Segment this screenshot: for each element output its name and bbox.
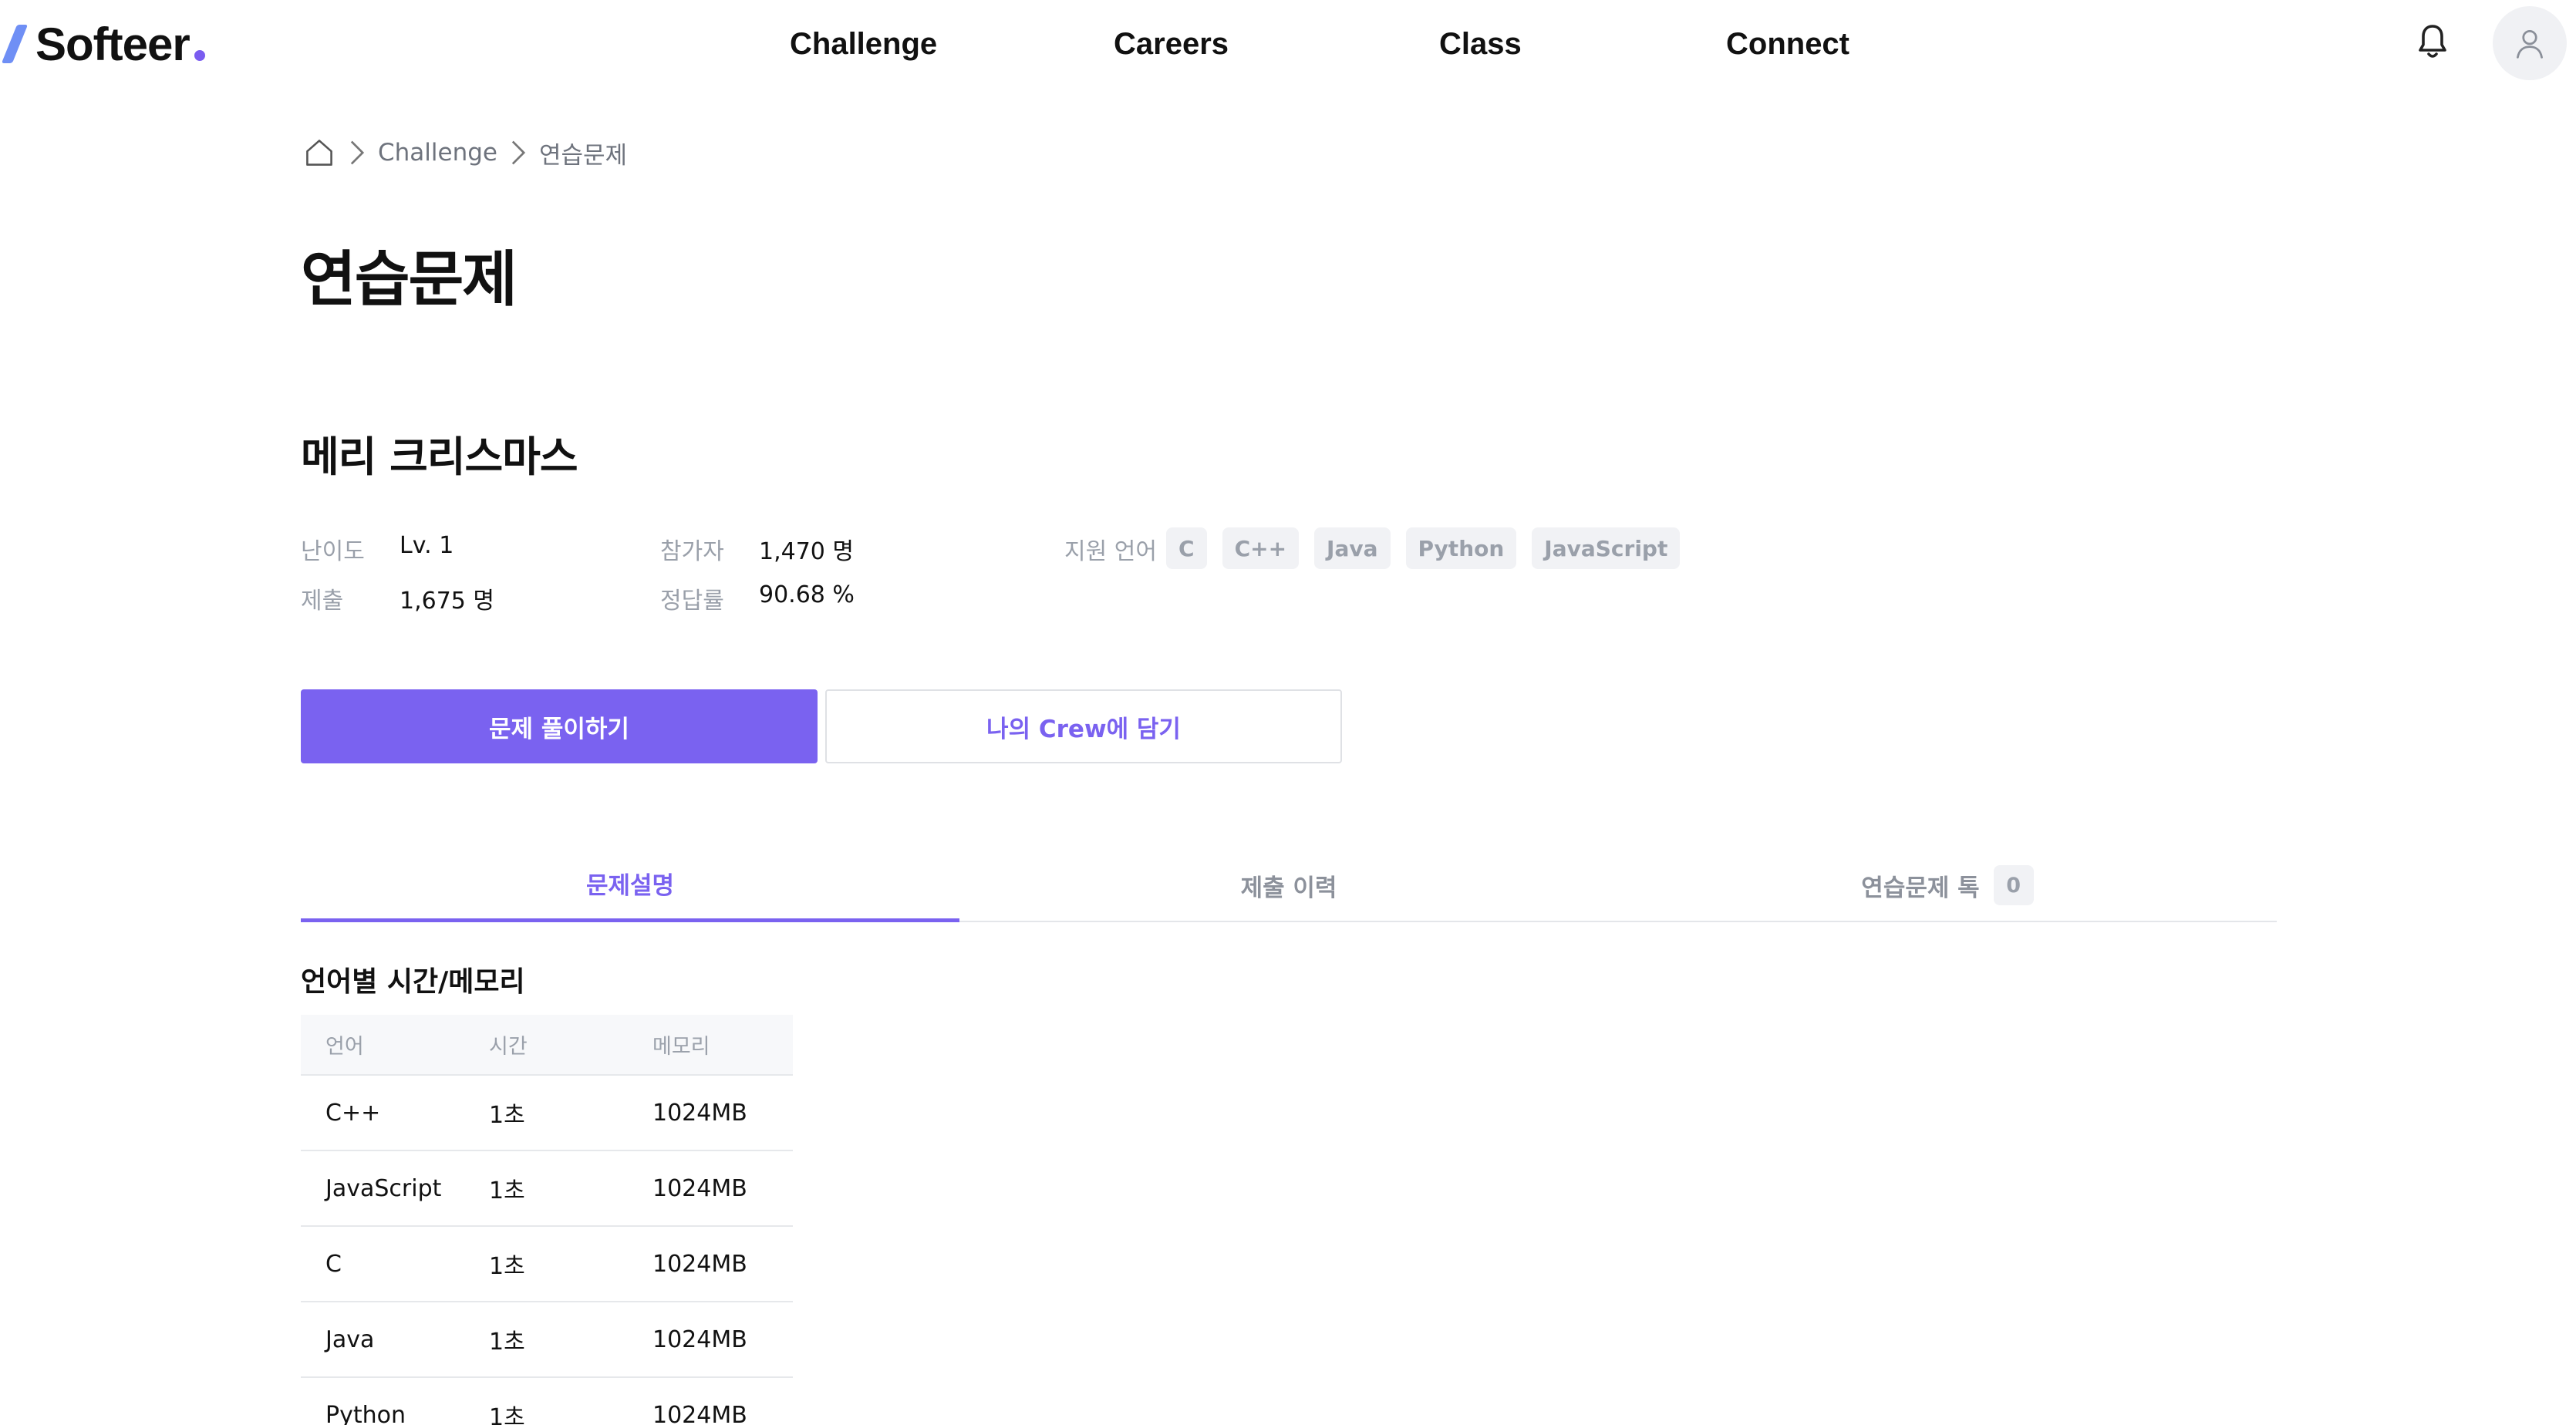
column-header-language: 언어 [301, 1015, 464, 1076]
home-icon[interactable] [302, 136, 336, 170]
breadcrumb-current: 연습문제 [539, 141, 628, 170]
cell-time: 1초 [464, 1226, 628, 1302]
cell-memory: 1024MB [628, 1075, 793, 1151]
chevron-right-icon [511, 140, 526, 165]
table-row: C++ 1초 1024MB [301, 1075, 793, 1151]
cell-language: C++ [301, 1075, 464, 1151]
nav-careers[interactable]: Careers [1114, 22, 1229, 66]
languages-label: 지원 언어 [1064, 538, 1157, 565]
table-row: Python 1초 1024MB [301, 1377, 793, 1425]
cell-memory: 1024MB [628, 1150, 793, 1227]
column-header-memory: 메모리 [628, 1015, 793, 1076]
solve-problem-button[interactable]: 문제 풀이하기 [301, 689, 818, 763]
problem-title: 메리 크리스마스 [301, 433, 578, 481]
nav-connect[interactable]: Connect [1726, 22, 1849, 66]
language-chip-java: Java [1314, 527, 1391, 569]
cell-time: 1초 [464, 1302, 628, 1378]
bell-icon[interactable] [2414, 23, 2451, 63]
cell-language: JavaScript [301, 1150, 464, 1227]
cell-language: C [301, 1226, 464, 1302]
participants-value: 1,470 명 [759, 538, 855, 565]
top-header: Softeer Challenge Careers Class Connect [0, 0, 2576, 86]
language-chip-javascript: JavaScript [1532, 527, 1681, 569]
breadcrumb: Challenge 연습문제 [302, 133, 627, 173]
difficulty-value: Lv. 1 [400, 532, 454, 559]
breadcrumb-challenge[interactable]: Challenge [378, 139, 497, 167]
user-icon [2517, 30, 2543, 59]
nav-challenge[interactable]: Challenge [790, 22, 937, 66]
cell-memory: 1024MB [628, 1226, 793, 1302]
nav-class[interactable]: Class [1439, 22, 1522, 66]
softeer-logo[interactable]: Softeer [1, 14, 205, 74]
chevron-right-icon [350, 140, 365, 165]
cell-memory: 1024MB [628, 1302, 793, 1378]
cell-memory: 1024MB [628, 1377, 793, 1425]
page: Softeer Challenge Careers Class Connect [0, 0, 2576, 1425]
cell-language: Python [301, 1377, 464, 1425]
problem-tabs: 문제설명 제출 이력 연습문제 톡 0 [301, 848, 2277, 922]
tab-practice-talk[interactable]: 연습문제 톡 0 [1618, 848, 2277, 922]
table-row: C 1초 1024MB [301, 1226, 793, 1302]
tab-practice-talk-label: 연습문제 톡 [1861, 874, 1980, 902]
language-chip-python: Python [1405, 527, 1517, 569]
user-avatar[interactable] [2493, 6, 2567, 80]
tab-description[interactable]: 문제설명 [301, 848, 959, 922]
table-row: Java 1초 1024MB [301, 1302, 793, 1378]
limits-section-title: 언어별 시간/메모리 [301, 966, 525, 998]
cell-time: 1초 [464, 1377, 628, 1425]
limits-table: 언어 시간 메모리 C++ 1초 1024MB JavaScript 1초 10… [301, 1015, 793, 1425]
table-header-row: 언어 시간 메모리 [301, 1015, 793, 1076]
talk-count-badge: 0 [1993, 865, 2034, 905]
language-chip-cpp: C++ [1222, 527, 1300, 569]
column-header-time: 시간 [464, 1015, 628, 1076]
logo-slash-mark [1, 25, 29, 63]
submissions-value: 1,675 명 [400, 588, 495, 615]
submissions-label: 제출 [301, 588, 344, 615]
page-title: 연습문제 [301, 245, 518, 315]
logo-dot-mark [194, 50, 205, 61]
logo-text: Softeer [35, 18, 191, 70]
tab-submission-history[interactable]: 제출 이력 [959, 848, 1618, 922]
accuracy-label: 정답률 [660, 588, 724, 615]
participants-label: 참가자 [660, 538, 724, 565]
add-to-crew-button[interactable]: 나의 Crew에 담기 [825, 689, 1342, 763]
table-row: JavaScript 1초 1024MB [301, 1150, 793, 1227]
language-chips: C C++ Java Python JavaScript [1166, 527, 1681, 569]
difficulty-label: 난이도 [301, 538, 365, 565]
language-chip-c: C [1166, 527, 1207, 569]
cell-time: 1초 [464, 1075, 628, 1151]
cell-time: 1초 [464, 1150, 628, 1227]
cell-language: Java [301, 1302, 464, 1378]
accuracy-value: 90.68 % [759, 581, 855, 608]
